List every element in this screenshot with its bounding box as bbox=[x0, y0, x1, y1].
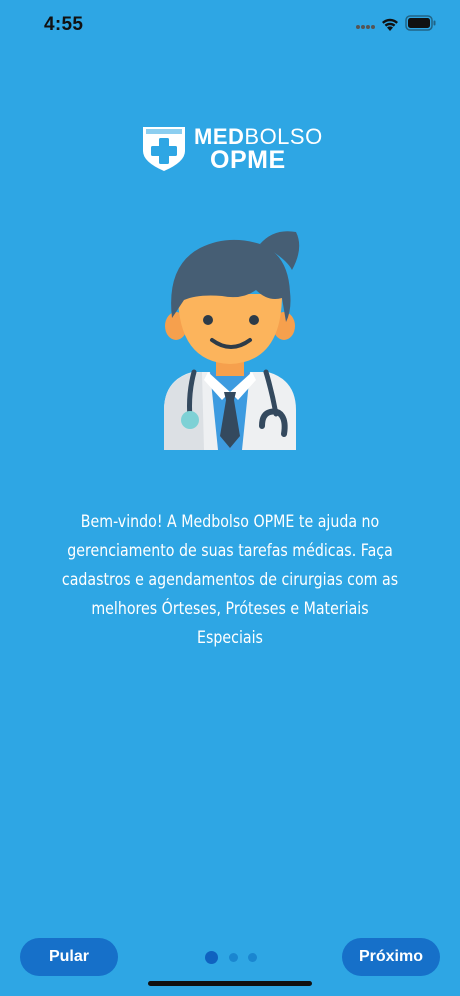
medical-shield-icon bbox=[143, 127, 185, 171]
battery-icon bbox=[405, 15, 436, 31]
page-dot bbox=[229, 953, 238, 962]
page-dot-active bbox=[205, 951, 218, 964]
logo-wordmark-bottom: OPME bbox=[210, 146, 286, 174]
next-button[interactable]: Próximo bbox=[342, 938, 440, 976]
status-time: 4:55 bbox=[44, 14, 84, 35]
home-indicator[interactable] bbox=[148, 981, 312, 986]
wifi-icon bbox=[382, 18, 398, 31]
cellular-signal-icon bbox=[356, 25, 375, 29]
welcome-text: Bem-vindo! A Medbolso OPME te ajuda no g… bbox=[61, 512, 399, 647]
app-logo: MEDBOLSO OPME bbox=[140, 124, 330, 176]
page-indicator bbox=[203, 950, 263, 966]
status-bar: 4:55 bbox=[0, 0, 460, 54]
skip-button[interactable]: Pular bbox=[20, 938, 118, 976]
page-dot bbox=[248, 953, 257, 962]
doctor-illustration bbox=[164, 231, 300, 450]
